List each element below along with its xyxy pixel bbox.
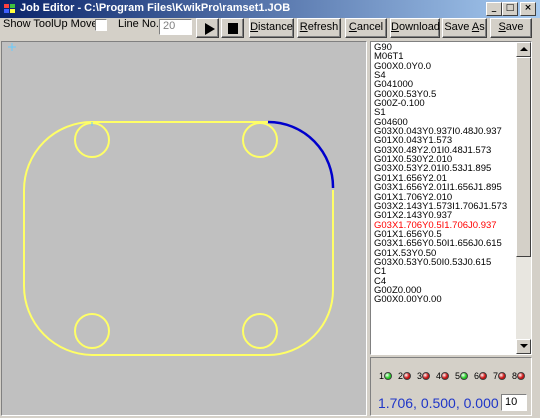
- save-label-accel: S: [498, 21, 506, 33]
- output-leds: 12345678: [379, 371, 534, 383]
- gcode-line[interactable]: G01X2.143Y0.937: [374, 211, 514, 220]
- toolpath-canvas[interactable]: [1, 41, 367, 416]
- origin-marker-icon: [8, 43, 16, 51]
- gcode-line[interactable]: G01X1.706Y2.010: [374, 193, 514, 202]
- step-input[interactable]: 10: [501, 394, 527, 411]
- toolpath-drawing: [8, 43, 335, 356]
- gcode-lines: G90 M06T1 G00X0.0Y0.0 S4 G041000 G00X0.53Y0.5…: [374, 43, 514, 305]
- gcode-line[interactable]: C1: [374, 267, 514, 276]
- app-icon: [4, 4, 15, 13]
- gcode-line[interactable]: G01X.53Y0.50: [374, 249, 514, 258]
- hole-bottom-left: [74, 313, 110, 349]
- minimize-button[interactable]: _: [486, 2, 502, 16]
- led-indicator-icon: [460, 372, 468, 380]
- refresh-label-accel: R: [299, 21, 308, 33]
- toolbar: Show ToolUp Moves Line No. 20 Distance R…: [0, 18, 540, 40]
- gcode-line[interactable]: G01X1.656Y0.5: [374, 230, 514, 239]
- gcode-line[interactable]: G03X0.043Y0.937I0.48J0.937: [374, 127, 514, 136]
- window-title: Job Editor - C:\Program Files\KwikPro\ra…: [20, 2, 291, 14]
- download-label-accel: D: [391, 21, 399, 33]
- download-button[interactable]: Download: [390, 18, 440, 38]
- line-no-label: Line No.: [118, 18, 159, 30]
- hole-top-left: [74, 122, 110, 158]
- distance-button[interactable]: Distance: [249, 18, 294, 38]
- save-label: ave: [505, 21, 524, 33]
- gcode-line[interactable]: M06T1: [374, 52, 514, 61]
- led-indicator-icon: [403, 372, 411, 380]
- hole-bottom-right: [242, 313, 278, 349]
- gcode-line[interactable]: G03X2.143Y1.573I1.706J1.573: [374, 202, 514, 211]
- show-toolup-label: Show ToolUp Moves: [3, 18, 104, 30]
- maximize-button[interactable]: □: [502, 2, 518, 16]
- scroll-up-button[interactable]: [516, 42, 531, 57]
- distance-label-accel: D: [250, 21, 259, 33]
- gcode-line[interactable]: G00Z-0.100: [374, 99, 514, 108]
- save-button[interactable]: Save: [490, 18, 532, 38]
- gcode-line[interactable]: G03X1.656Y0.50I1.656J0.615: [374, 239, 514, 248]
- title-bar[interactable]: Job Editor - C:\Program Files\KwikPro\ra…: [0, 0, 540, 18]
- save-as-label-pre: Save: [444, 21, 472, 33]
- led-indicator-icon: [422, 372, 430, 380]
- scroll-thumb[interactable]: [516, 57, 531, 257]
- gcode-line[interactable]: G041000: [374, 80, 514, 89]
- cancel-label: ancel: [356, 21, 384, 33]
- gcode-line[interactable]: G00X0.00Y0.00: [374, 295, 514, 304]
- status-panel: 12345678 1.706, 0.500, 0.000 10: [370, 357, 532, 416]
- gcode-line-current[interactable]: G03X1.706Y0.5I1.706J0.937: [374, 221, 514, 230]
- gcode-line[interactable]: G90: [374, 43, 514, 52]
- job-editor-window: Job Editor - C:\Program Files\KwikPro\ra…: [0, 0, 540, 418]
- gcode-line[interactable]: G03X0.53Y2.01I0.53J1.895: [374, 164, 514, 173]
- led-indicator-icon: [441, 372, 449, 380]
- play-icon: [205, 23, 215, 35]
- arrow-up-icon: [520, 47, 528, 51]
- led-indicator-icon: [517, 372, 525, 380]
- gcode-line[interactable]: S1: [374, 108, 514, 117]
- gcode-line[interactable]: G01X0.043Y1.573: [374, 136, 514, 145]
- led-indicator-icon: [384, 372, 392, 380]
- stop-button[interactable]: [221, 18, 244, 38]
- show-toolup-checkbox[interactable]: [95, 19, 107, 31]
- gcode-line[interactable]: G00Z0.000: [374, 286, 514, 295]
- arrow-down-icon: [520, 344, 528, 348]
- toolpath-outline: [23, 121, 334, 356]
- close-button[interactable]: ×: [520, 2, 536, 16]
- current-move-arc: [267, 120, 335, 189]
- gcode-line[interactable]: C4: [374, 277, 514, 286]
- download-label: ownload: [398, 21, 440, 33]
- gcode-line[interactable]: G03X0.53Y0.50I0.53J0.615: [374, 258, 514, 267]
- save-as-button[interactable]: Save As: [442, 18, 487, 38]
- gcode-line[interactable]: G01X1.656Y2.01: [374, 174, 514, 183]
- gcode-line[interactable]: G00X0.0Y0.0: [374, 62, 514, 71]
- hole-top-right: [242, 122, 278, 158]
- gcode-line[interactable]: G01X0.530Y2.010: [374, 155, 514, 164]
- led-indicator-icon: [479, 372, 487, 380]
- play-button[interactable]: [196, 18, 219, 38]
- refresh-label: efresh: [307, 21, 339, 33]
- scroll-down-button[interactable]: [516, 339, 531, 354]
- refresh-button[interactable]: Refresh: [297, 18, 341, 38]
- gcode-line[interactable]: G03X1.656Y2.01I1.656J1.895: [374, 183, 514, 192]
- gcode-line[interactable]: G03X0.48Y2.01I0.48J1.573: [374, 146, 514, 155]
- stop-icon: [228, 23, 238, 34]
- led-indicator-icon: [498, 372, 506, 380]
- line-no-input[interactable]: 20: [159, 19, 192, 35]
- gcode-line[interactable]: S4: [374, 71, 514, 80]
- gcode-line[interactable]: G04600: [374, 118, 514, 127]
- cancel-button[interactable]: Cancel: [345, 18, 387, 38]
- position-readout: 1.706, 0.500, 0.000: [378, 395, 499, 411]
- distance-label: istance: [258, 21, 293, 33]
- gcode-listbox[interactable]: G90 M06T1 G00X0.0Y0.0 S4 G041000 G00X0.53Y0.5…: [370, 41, 532, 355]
- gcode-scrollbar[interactable]: [516, 42, 531, 354]
- cancel-label-accel: C: [348, 21, 357, 33]
- save-as-label: s: [479, 21, 485, 33]
- gcode-line[interactable]: G00X0.53Y0.5: [374, 90, 514, 99]
